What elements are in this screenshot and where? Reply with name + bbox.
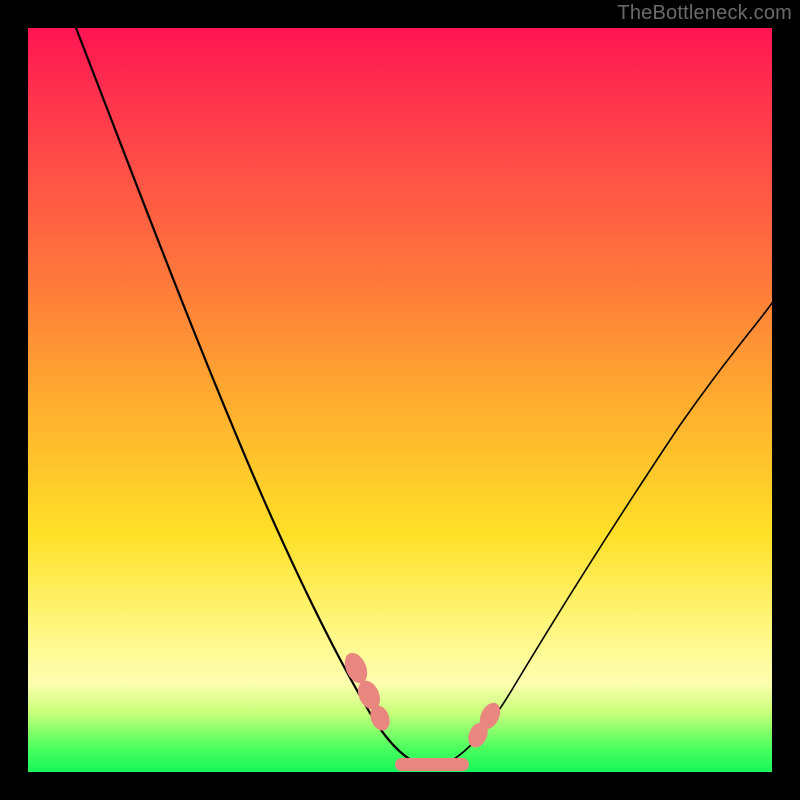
watermark-text: TheBottleneck.com bbox=[617, 2, 792, 25]
left-curve bbox=[76, 28, 433, 768]
curve-layer bbox=[28, 28, 772, 772]
plot-area bbox=[28, 28, 772, 772]
chart-frame: TheBottleneck.com bbox=[0, 0, 800, 800]
right-curve bbox=[433, 303, 772, 768]
marker-trough-bar bbox=[395, 758, 469, 771]
